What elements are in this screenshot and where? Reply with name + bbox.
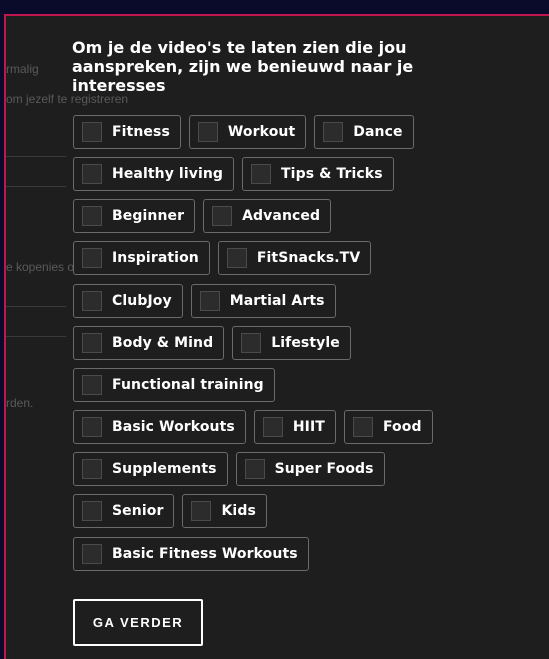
- interest-checkbox[interactable]: [82, 417, 102, 437]
- interest-checkbox[interactable]: [82, 375, 102, 395]
- interest-checkbox[interactable]: [241, 333, 262, 353]
- interest-option[interactable]: Lifestyle: [232, 326, 351, 360]
- interest-option[interactable]: Super Foods: [235, 452, 385, 486]
- interests-title: Om je de video's te laten zien die jou a…: [72, 38, 414, 95]
- interest-checkbox[interactable]: [191, 501, 212, 521]
- interest-option[interactable]: HIIT: [253, 410, 336, 444]
- interest-checkbox[interactable]: [262, 417, 283, 437]
- background-divider: [6, 336, 66, 337]
- background-text: e kopenies op: [6, 260, 81, 274]
- interest-row: Inspiration FitSnacks.TV: [73, 241, 372, 275]
- interest-checkbox[interactable]: [244, 459, 265, 479]
- interest-label: Basic Fitness Workouts: [112, 546, 298, 562]
- interest-row: Healthy living Tips & Tricks: [73, 157, 394, 191]
- interest-row: Basic Fitness Workouts: [73, 537, 309, 571]
- interest-label: Tips & Tricks: [281, 166, 383, 182]
- interest-label: ClubJoy: [112, 293, 172, 309]
- interest-checkbox[interactable]: [82, 544, 102, 564]
- interest-label: Senior: [112, 503, 164, 519]
- interest-checkbox[interactable]: [197, 122, 218, 142]
- interest-checkbox[interactable]: [82, 501, 102, 521]
- interest-label: Super Foods: [274, 461, 374, 477]
- background-divider: [6, 156, 66, 157]
- interest-checkbox[interactable]: [82, 248, 102, 268]
- interest-option[interactable]: Food: [343, 410, 433, 444]
- interest-option[interactable]: Workout: [188, 115, 307, 149]
- interest-label: Inspiration: [112, 250, 199, 266]
- interest-option[interactable]: Functional training: [73, 368, 275, 402]
- interest-option[interactable]: Basic Fitness Workouts: [73, 537, 309, 571]
- background-divider: [6, 186, 66, 187]
- interest-checkbox[interactable]: [82, 333, 102, 353]
- interest-checkbox[interactable]: [82, 291, 102, 311]
- interest-checkbox[interactable]: [251, 164, 272, 184]
- background-text: rden.: [6, 396, 34, 410]
- interest-label: Workout: [227, 124, 296, 140]
- interest-option[interactable]: ClubJoy: [73, 284, 183, 318]
- interest-checkbox[interactable]: [199, 291, 220, 311]
- interest-checkbox[interactable]: [82, 122, 102, 142]
- interest-option[interactable]: Senior: [73, 494, 175, 528]
- interest-label: Supplements: [112, 461, 217, 477]
- interest-option[interactable]: Healthy living: [73, 157, 235, 191]
- interest-label: Lifestyle: [271, 335, 340, 351]
- interest-checkbox[interactable]: [212, 206, 233, 226]
- background-text: rmalig: [6, 62, 39, 76]
- interest-option[interactable]: Martial Arts: [190, 284, 336, 318]
- interest-option[interactable]: Dance: [314, 115, 414, 149]
- interest-option[interactable]: Basic Workouts: [73, 410, 246, 444]
- interest-row: Body & Mind Lifestyle: [73, 326, 351, 360]
- interest-label: Fitness: [112, 124, 170, 140]
- continue-button[interactable]: GA VERDER: [73, 599, 203, 646]
- interest-row: Supplements Super Foods: [73, 452, 385, 486]
- interest-label: Martial Arts: [229, 293, 325, 309]
- interest-row: Fitness Workout Dance: [73, 115, 414, 149]
- interest-checkbox[interactable]: [226, 248, 247, 268]
- interest-checkbox[interactable]: [82, 164, 102, 184]
- interest-label: Kids: [221, 503, 256, 519]
- interest-row: Functional training: [73, 368, 275, 402]
- interest-label: Food: [382, 419, 422, 435]
- interest-label: Basic Workouts: [112, 419, 235, 435]
- interest-row: Basic Workouts HIIT Food: [73, 410, 433, 444]
- interest-row: Senior Kids: [73, 494, 267, 528]
- interest-checkbox[interactable]: [352, 417, 373, 437]
- interest-option[interactable]: Beginner: [73, 199, 196, 233]
- interest-label: Healthy living: [112, 166, 224, 182]
- background-divider: [6, 306, 66, 307]
- interest-checkbox[interactable]: [82, 459, 102, 479]
- interest-option[interactable]: Advanced: [203, 199, 332, 233]
- interest-label: Advanced: [242, 208, 321, 224]
- interest-option[interactable]: Supplements: [73, 452, 228, 486]
- interest-option[interactable]: FitSnacks.TV: [217, 241, 372, 275]
- interest-row: ClubJoy Martial Arts: [73, 284, 336, 318]
- interest-option[interactable]: Fitness: [73, 115, 181, 149]
- interest-option[interactable]: Kids: [182, 494, 267, 528]
- interest-label: Beginner: [112, 208, 185, 224]
- interest-label: HIIT: [292, 419, 325, 435]
- interest-row: Beginner Advanced: [73, 199, 332, 233]
- interest-option[interactable]: Tips & Tricks: [242, 157, 394, 191]
- interest-label: Body & Mind: [112, 335, 214, 351]
- interest-option[interactable]: Body & Mind: [73, 326, 225, 360]
- interest-label: Functional training: [112, 377, 264, 393]
- interest-option[interactable]: Inspiration: [73, 241, 210, 275]
- interest-label: FitSnacks.TV: [256, 250, 361, 266]
- interest-checkbox[interactable]: [82, 206, 102, 226]
- interest-checkbox[interactable]: [323, 122, 344, 142]
- interest-label: Dance: [353, 124, 403, 140]
